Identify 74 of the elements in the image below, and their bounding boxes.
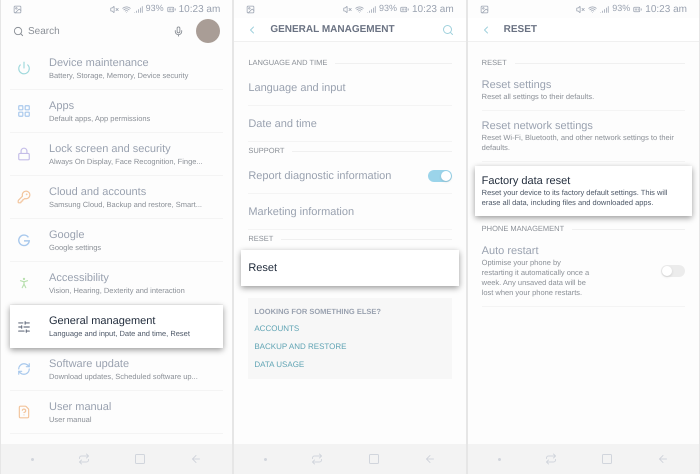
item-title: General management: [49, 314, 156, 328]
back-icon[interactable]: [424, 453, 436, 465]
clock-time: 10:23 am: [412, 2, 454, 16]
battery-percentage: 93%: [612, 2, 630, 16]
back-icon[interactable]: [656, 453, 669, 465]
sliders-icon: [17, 320, 31, 334]
suggestion-link[interactable]: DATA USAGE: [254, 359, 304, 372]
screen-title: RESET: [504, 23, 537, 37]
row-title: Report diagnostic information: [248, 168, 392, 182]
key-icon: [17, 190, 31, 204]
back-icon[interactable]: [190, 453, 202, 465]
battery-icon: [166, 4, 176, 14]
clock-time: 10:23 am: [178, 2, 220, 16]
refresh-icon: [17, 362, 31, 376]
item-title: Lock screen and security: [49, 142, 172, 156]
settings-row[interactable]: Report diagnostic information: [248, 158, 452, 194]
battery-icon: [633, 4, 642, 14]
settings-row[interactable]: Marketing information: [248, 194, 452, 230]
mute-icon: [342, 4, 352, 14]
mute-icon: [110, 4, 119, 14]
signal-icon: [600, 4, 610, 14]
row-title: Factory data reset: [482, 174, 572, 188]
item-title: Apps: [49, 98, 76, 112]
google-g-icon: [17, 233, 31, 247]
item-title: Accessibility: [49, 270, 110, 284]
search-icon: [13, 26, 24, 36]
image-notification-icon: [13, 4, 22, 14]
row-title: Auto restart: [482, 244, 540, 258]
search-icon[interactable]: [442, 24, 454, 36]
battery-percentage: 93%: [378, 2, 397, 16]
settings-row[interactable]: Reset: [241, 250, 459, 286]
item-title: Software update: [49, 356, 130, 370]
row-title: Reset: [248, 261, 278, 275]
toggle-switch[interactable]: [660, 265, 685, 277]
recent-apps-icon[interactable]: [311, 453, 324, 465]
power-icon: [17, 61, 31, 75]
settings-row[interactable]: Language and input: [248, 70, 452, 106]
image-notification-icon: [246, 4, 256, 14]
row-title: Language and input: [248, 80, 347, 94]
item-title: User manual: [49, 400, 112, 414]
battery-icon: [400, 4, 409, 14]
home-icon[interactable]: [368, 453, 380, 465]
battery-percentage: 93%: [146, 2, 164, 16]
signal-icon: [134, 4, 143, 14]
screen-title: GENERAL MANAGEMENT: [270, 23, 395, 37]
item-title: Device maintenance: [49, 56, 150, 70]
suggestion-link[interactable]: BACKUP AND RESTORE: [254, 341, 347, 354]
toggle-switch[interactable]: [428, 170, 452, 182]
recent-apps-icon[interactable]: [78, 453, 90, 465]
settings-row[interactable]: Date and time: [248, 106, 452, 142]
row-title: Reset network settings: [482, 119, 594, 133]
item-title: Cloud and accounts: [49, 184, 148, 198]
item-title: Google: [49, 228, 86, 242]
row-title: Date and time: [248, 116, 318, 130]
home-icon[interactable]: [134, 453, 146, 465]
grid-icon: [17, 104, 31, 118]
lock-icon: [17, 147, 31, 161]
image-notification-icon: [480, 4, 489, 14]
recent-apps-icon[interactable]: [544, 453, 557, 465]
wifi-icon: [354, 4, 364, 14]
signal-icon: [366, 4, 376, 14]
wifi-icon: [122, 4, 131, 14]
wifi-icon: [588, 4, 598, 14]
question-document-icon: [17, 405, 31, 419]
microphone-icon[interactable]: [173, 26, 184, 36]
search-field[interactable]: Search: [13, 24, 196, 38]
mute-icon: [576, 4, 586, 14]
clock-time: 10:23 am: [645, 2, 687, 16]
person-icon: [17, 276, 31, 290]
avatar[interactable]: [196, 19, 220, 43]
row-title: Reset settings: [482, 78, 552, 92]
row-title: Marketing information: [248, 204, 356, 218]
home-icon[interactable]: [600, 453, 613, 465]
suggestion-link[interactable]: ACCOUNTS: [254, 323, 300, 336]
